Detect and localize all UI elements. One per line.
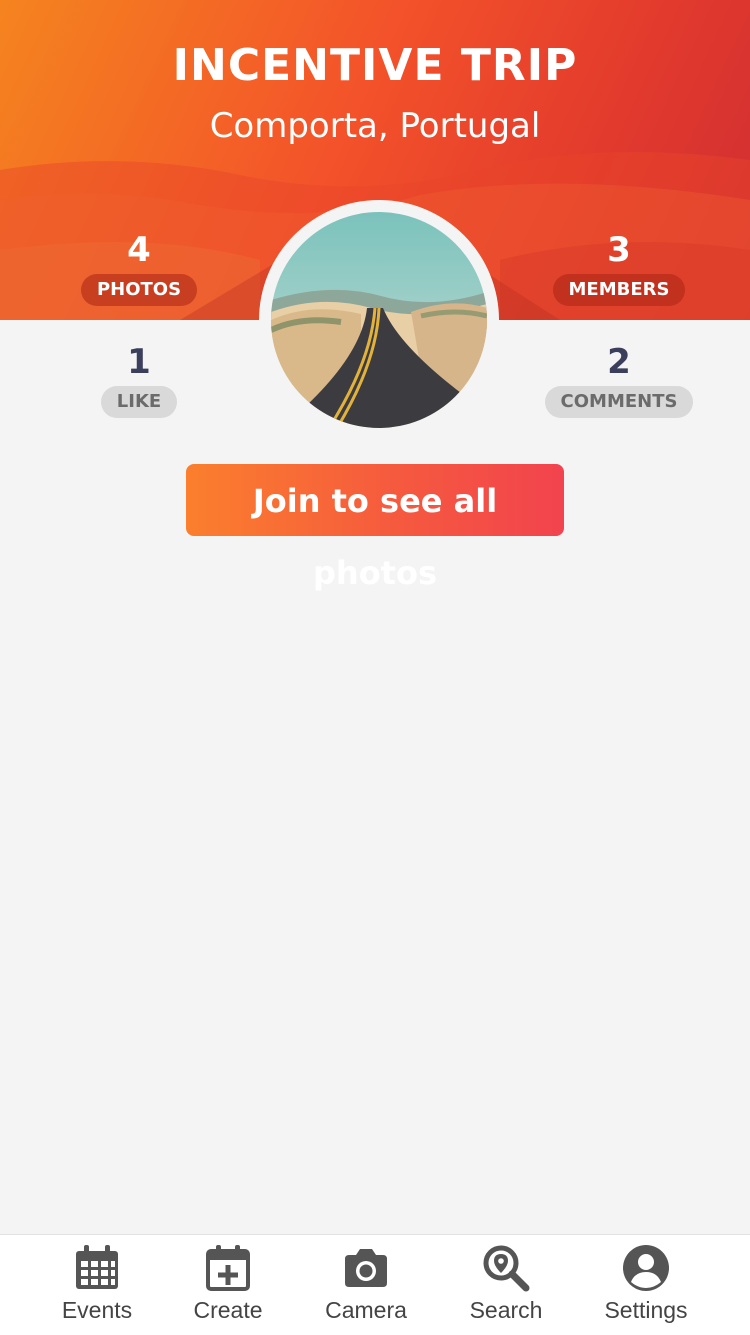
event-title: INCENTIVE TRIP [172, 40, 578, 91]
like-stat[interactable]: 1 LIKE [59, 342, 219, 418]
event-location: Comporta, Portugal [209, 106, 541, 146]
tab-camera[interactable]: Camera [296, 1235, 436, 1335]
location-search-icon [483, 1245, 530, 1292]
event-cover-photo[interactable] [271, 212, 487, 428]
like-count: 1 [127, 342, 151, 382]
account-circle-icon [623, 1245, 669, 1291]
tab-settings-label: Settings [604, 1297, 688, 1323]
tab-events-label: Events [61, 1297, 133, 1323]
calendar-plus-icon [206, 1245, 250, 1291]
tab-settings[interactable]: Settings [576, 1235, 716, 1335]
members-stat[interactable]: 3 MEMBERS [539, 230, 699, 306]
camera-icon [345, 1249, 387, 1287]
calendar-grid-icon [76, 1245, 118, 1289]
tab-camera-label: Camera [325, 1297, 407, 1323]
comments-stat[interactable]: 2 COMMENTS [539, 342, 699, 418]
members-count: 3 [607, 230, 631, 270]
bottom-tab-bar: Events Create Camera Search Settings [0, 1234, 750, 1335]
tab-search-label: Search [469, 1297, 543, 1323]
photos-label: PHOTOS [80, 274, 198, 306]
comments-label: COMMENTS [544, 386, 694, 418]
members-label: MEMBERS [552, 274, 686, 306]
tab-search[interactable]: Search [436, 1235, 576, 1335]
photos-count: 4 [127, 230, 151, 270]
comments-count: 2 [607, 342, 631, 382]
tab-create-label: Create [193, 1297, 263, 1323]
tab-events[interactable]: Events [27, 1235, 167, 1335]
join-event-button[interactable]: Join to see all photos [186, 464, 564, 592]
tab-create[interactable]: Create [158, 1235, 298, 1335]
photos-stat[interactable]: 4 PHOTOS [59, 230, 219, 306]
like-label: LIKE [100, 386, 178, 418]
